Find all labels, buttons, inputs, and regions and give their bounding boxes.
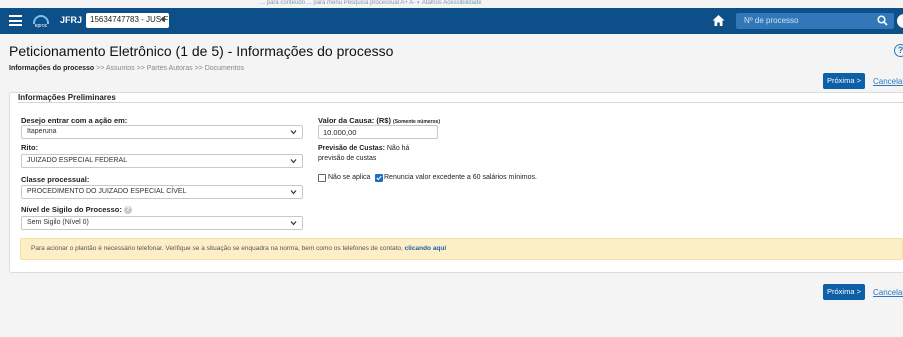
breadcrumb: Informações do processo >> Assuntos >> P… (9, 65, 244, 72)
top-navbar: eproc JFRJ 15634747783 - JUS F ◆ Nº de p… (0, 8, 903, 34)
previsao-value-1: Não há (386, 145, 410, 152)
process-search-input[interactable]: Nº de processo (736, 13, 894, 29)
caret-icon: ◆ (160, 16, 166, 23)
rito-label: Rito: (21, 143, 39, 152)
valor-causa-label-text: Valor da Causa: (R$) (318, 116, 391, 125)
sigilo-label: Nível de Sigilo do Processo: ? (21, 205, 132, 215)
top-accessibility-strip: ... para conteúdo ... para menu Pesquisa… (260, 0, 482, 6)
classe-value: PROCEDIMENTO DO JUIZADO ESPECIAL CÍVEL (27, 188, 187, 195)
form-card: Informações Preliminares Desejo entrar c… (9, 92, 903, 273)
cancel-link-bottom[interactable]: Cancelar (873, 288, 903, 297)
next-button-top[interactable]: Próxima > (823, 73, 865, 89)
nao-se-aplica-label: Não se aplica (328, 174, 371, 181)
alert-link[interactable]: clicando aqui (405, 245, 447, 252)
alert-text: Para acionar o plantão é necessário tele… (31, 245, 403, 252)
page-title: Peticionamento Eletrônico (1 de 5) - Inf… (9, 43, 394, 59)
sigilo-label-text: Nível de Sigilo do Processo: (21, 205, 122, 214)
acao-label: Desejo entrar com a ação em: (21, 116, 128, 125)
eproc-logo[interactable]: eproc (33, 13, 49, 29)
rito-select[interactable]: JUIZADO ESPECIAL FEDERAL (21, 154, 303, 168)
acao-select[interactable]: Itaperuna (21, 125, 303, 139)
checkmark-icon (376, 175, 382, 181)
valor-causa-label: Valor da Causa: (R$) (Somente números) (318, 116, 440, 125)
menu-icon[interactable] (9, 15, 22, 26)
logo-arc-icon (33, 15, 49, 24)
chevron-down-icon (290, 221, 297, 226)
next-button-bottom[interactable]: Próxima > (823, 284, 865, 300)
process-selector[interactable]: 15634747783 - JUS F ◆ (86, 13, 169, 28)
user-avatar-icon[interactable] (897, 14, 903, 28)
home-icon[interactable] (712, 14, 725, 27)
sigilo-value: Sem Sigilo (Nível 0) (27, 219, 89, 226)
renuncia-label: Renuncia valor excedente a 60 salários m… (384, 174, 537, 181)
search-placeholder: Nº de processo (744, 16, 799, 25)
breadcrumb-rest: >> Assuntos >> Partes Autoras >> Documen… (94, 65, 245, 72)
classe-select[interactable]: PROCEDIMENTO DO JUIZADO ESPECIAL CÍVEL (21, 185, 303, 199)
section-title: Informações Preliminares (16, 93, 118, 102)
search-icon[interactable] (877, 15, 888, 26)
page: ... para conteúdo ... para menu Pesquisa… (0, 0, 903, 337)
breadcrumb-current: Informações do processo (9, 65, 95, 72)
acao-value: Itaperuna (27, 128, 57, 135)
renuncia-checkbox[interactable] (375, 174, 383, 182)
section-divider (18, 102, 903, 103)
sigilo-select[interactable]: Sem Sigilo (Nível 0) (21, 216, 303, 230)
plantao-alert: Para acionar o plantão é necessário tele… (20, 238, 903, 260)
previsao-value-2: previsão de custas (318, 155, 377, 162)
rito-value: JUIZADO ESPECIAL FEDERAL (27, 157, 128, 164)
cancel-link-top[interactable]: Cancelar (873, 77, 903, 86)
question-icon[interactable]: ? (123, 206, 132, 215)
valor-causa-input[interactable]: 10.000,00 (318, 125, 438, 139)
classe-label: Classe processual: (21, 175, 90, 184)
help-icon[interactable]: ? (894, 44, 903, 57)
chevron-down-icon (290, 190, 297, 195)
process-selector-value: 15634747783 - JUS F (90, 15, 169, 24)
previsao-label: Previsão de Custas: (318, 145, 385, 152)
previsao-line1: Previsão de Custas: Não há (318, 145, 409, 152)
chevron-down-icon (290, 159, 297, 164)
nao-se-aplica-checkbox[interactable] (318, 174, 326, 182)
org-label: JFRJ (60, 15, 83, 25)
chevron-down-icon (290, 130, 297, 135)
